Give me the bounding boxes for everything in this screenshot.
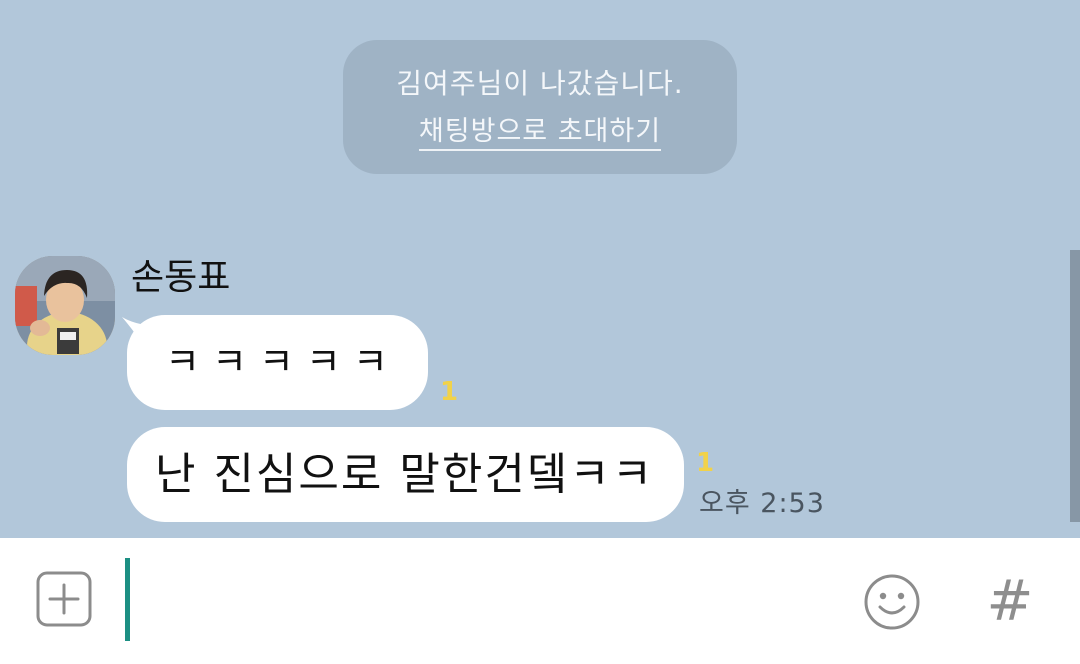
text-cursor bbox=[125, 558, 130, 641]
plus-square-icon[interactable] bbox=[36, 571, 92, 627]
scrollbar[interactable] bbox=[1070, 250, 1080, 522]
invite-link-label[interactable]: 채팅방으로 초대하기 bbox=[418, 116, 662, 151]
message-text: ㅋㅋㅋㅋㅋ bbox=[165, 340, 400, 384]
hashtag-button[interactable]: # bbox=[985, 573, 1035, 631]
message-timestamp: 오후 2:53 bbox=[699, 488, 825, 519]
unread-count: 1 bbox=[440, 377, 459, 407]
unread-count: 1 bbox=[696, 448, 715, 478]
profile-photo bbox=[15, 256, 115, 355]
emoji-button[interactable] bbox=[862, 572, 922, 632]
system-notice: 김여주님이 나갔습니다. 채팅방으로 초대하기 bbox=[343, 40, 737, 174]
avatar[interactable] bbox=[15, 256, 115, 355]
notice-text: 김여주님이 나갔습니다. bbox=[396, 67, 684, 100]
message-bubble[interactable]: 난 진심으로 말한건뎈ㅋㅋ bbox=[127, 427, 684, 522]
smile-emoji-icon[interactable] bbox=[862, 572, 922, 632]
invite-to-chat-link[interactable]: 채팅방으로 초대하기 bbox=[343, 112, 737, 152]
attach-button[interactable] bbox=[36, 571, 92, 627]
hash-icon[interactable]: # bbox=[987, 569, 1034, 634]
message-input[interactable] bbox=[140, 558, 844, 643]
message-text: 난 진심으로 말한건뎈ㅋㅋ bbox=[155, 449, 655, 500]
message-bubble[interactable]: ㅋㅋㅋㅋㅋ bbox=[127, 315, 428, 410]
chat-area[interactable]: 김여주님이 나갔습니다. 채팅방으로 초대하기 손동표 ㅋㅋㅋㅋㅋ 1 난 진심… bbox=[0, 0, 1080, 538]
sender-name: 손동표 bbox=[131, 257, 231, 298]
